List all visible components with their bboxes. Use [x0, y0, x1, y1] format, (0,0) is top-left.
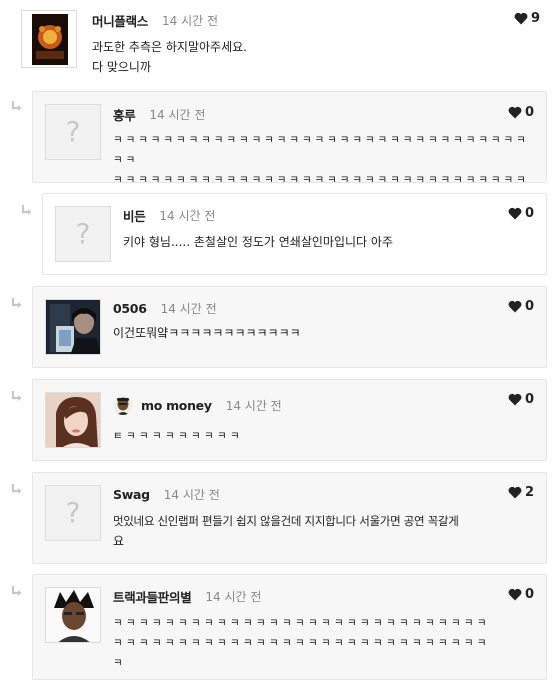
avatar[interactable]: ? [45, 104, 101, 160]
avatar[interactable] [45, 299, 101, 355]
comment-body: ㅋ ㅋ ㅋ ㅋ ㅋ ㅋ ㅋ ㅋ ㅋ ㅋ ㅋ ㅋ ㅋ ㅋ ㅋ ㅋ ㅋ ㅋ ㅋ ㅋ … [113, 613, 533, 673]
mini-avatar-icon [113, 395, 133, 415]
comment-line: 키야 형님..... 촌철살인 정도가 연쇄살인마입니다 아주 [123, 235, 393, 249]
like-count: 0 [524, 392, 534, 407]
comment-author[interactable]: 비든 [123, 206, 146, 225]
profile-photo [46, 588, 100, 642]
comment-body: 과도한 추측은 하지말아주세요. 다 맞으니까 [92, 37, 532, 77]
comment-line: ㅌ ㅋ ㅋ ㅋ ㅋ ㅋ ㅋ ㅋ ㅋ ㅋ [113, 430, 240, 442]
like-button[interactable]: 0 [508, 587, 534, 602]
profile-photo [46, 393, 100, 447]
comment-line: 과도한 추측은 하지말아주세요. [92, 40, 247, 54]
comment-body: 멋있네요 신인랩퍼 편들기 쉽지 않을건데 지지합니다 서울가면 공연 꼭갈게 … [113, 511, 543, 551]
album-art-image [22, 11, 76, 67]
like-button[interactable]: 0 [508, 392, 534, 407]
comment-author[interactable]: mo money [141, 398, 212, 413]
reply-arrow-icon [10, 483, 24, 497]
comment-author[interactable]: 홍루 [113, 105, 136, 124]
comment-body: 키야 형님..... 촌철살인 정도가 연쇄살인마입니다 아주 [123, 232, 533, 252]
reply-arrow-icon [10, 297, 24, 311]
reply-item: ? 비든 14 시간 전 0 키야 형님..... 촌철살인 정도가 연쇄살인마… [42, 193, 547, 275]
reply-arrow-icon [10, 585, 24, 599]
comment-author[interactable]: 머니플랙스 [92, 11, 148, 30]
comment-line: ㅋ ㅋ ㅋ ㅋ ㅋ ㅋ ㅋ ㅋ ㅋ ㅋ ㅋ ㅋ ㅋ ㅋ ㅋ ㅋ ㅋ ㅋ ㅋ ㅋ … [113, 617, 487, 629]
heart-icon [508, 588, 522, 601]
reply-item: ? 홍루 14 시간 전 0 ㅋ ㅋ ㅋ ㅋ ㅋ ㅋ ㅋ ㅋ ㅋ ㅋ ㅋ ㅋ ㅋ… [32, 91, 547, 206]
reply-item: 0506 14 시간 전 0 이건또뭐얔ㅋㅋㅋㅋㅋㅋㅋㅋㅋㅋㅋㅋ [32, 286, 547, 368]
like-count: 0 [524, 587, 534, 602]
profile-photo [46, 300, 100, 354]
comment-line: 다 맞으니까 [92, 60, 152, 74]
comment-line: ㅋ ㅋ ㅋ ㅋ ㅋ ㅋ ㅋ ㅋ ㅋ ㅋ ㅋ ㅋ ㅋ ㅋ ㅋ ㅋ ㅋ ㅋ ㅋ ㅋ … [113, 637, 487, 649]
comment-item: 머니플랙스 14 시간 전 9 과도한 추측은 하지말아주세요. 다 맞으니까 [0, 0, 560, 86]
avatar[interactable] [45, 587, 101, 643]
like-count: 0 [524, 105, 534, 120]
reply-arrow-icon [10, 100, 24, 114]
heart-icon [514, 12, 528, 25]
comment-time: 14 시간 전 [160, 301, 217, 316]
reply-item: 트랙과들판의별 14 시간 전 0 ㅋ ㅋ ㅋ ㅋ ㅋ ㅋ ㅋ ㅋ ㅋ ㅋ ㅋ … [32, 574, 547, 680]
comment-time: 14 시간 전 [159, 208, 216, 223]
comment-author[interactable]: 0506 [113, 301, 147, 316]
heart-icon [508, 106, 522, 119]
like-count: 0 [524, 206, 534, 221]
comment-author[interactable]: 트랙과들판의별 [113, 587, 192, 606]
comment-body: ㅌ ㅋ ㅋ ㅋ ㅋ ㅋ ㅋ ㅋ ㅋ ㅋ [113, 426, 533, 446]
comment-author[interactable]: Swag [113, 487, 150, 502]
reply-item: ? Swag 14 시간 전 2 멋있네요 신인랩퍼 편들기 쉽지 않을건데 지… [32, 472, 547, 564]
comment-line: 멋있네요 신인랩퍼 편들기 쉽지 않을건데 지지합니다 서울가면 공연 꼭갈게 [113, 514, 459, 528]
question-mark-placeholder: ? [65, 496, 81, 529]
like-button[interactable]: 0 [508, 299, 534, 314]
avatar[interactable]: ? [55, 206, 111, 262]
like-button[interactable]: 0 [508, 206, 534, 221]
comment-time: 14 시간 전 [149, 107, 206, 122]
comment-body: 이건또뭐얔ㅋㅋㅋㅋㅋㅋㅋㅋㅋㅋㅋㅋ [113, 323, 533, 343]
like-count: 0 [524, 299, 534, 314]
heart-icon [508, 393, 522, 406]
heart-icon [508, 300, 522, 313]
comment-time: 14 시간 전 [162, 13, 219, 28]
like-count: 2 [524, 485, 534, 500]
like-button[interactable]: 0 [508, 105, 534, 120]
reply-item: mo money 14 시간 전 0 ㅌ ㅋ ㅋ ㅋ ㅋ ㅋ ㅋ ㅋ ㅋ ㅋ [32, 379, 547, 461]
reply-arrow-icon [20, 204, 34, 218]
like-button[interactable]: 9 [514, 11, 540, 26]
comment-line: ㅋ [113, 657, 123, 669]
question-mark-placeholder: ? [65, 115, 81, 148]
comment-time: 14 시간 전 [163, 487, 220, 502]
avatar[interactable] [45, 392, 101, 448]
mini-avatar[interactable] [113, 395, 133, 415]
heart-icon [508, 486, 522, 499]
comment-line: ㅋ ㅋ ㅋ ㅋ ㅋ ㅋ ㅋ ㅋ ㅋ ㅋ ㅋ ㅋ ㅋ ㅋ ㅋ ㅋ ㅋ ㅋ ㅋ ㅋ … [113, 134, 526, 166]
comment-time: 14 시간 전 [205, 589, 262, 604]
comment-time: 14 시간 전 [225, 398, 282, 413]
reply-arrow-icon [10, 390, 24, 404]
heart-icon [508, 207, 522, 220]
avatar[interactable] [21, 10, 77, 68]
comment-line: 이건또뭐얔ㅋㅋㅋㅋㅋㅋㅋㅋㅋㅋㅋㅋ [113, 326, 301, 340]
like-button[interactable]: 2 [508, 485, 534, 500]
like-count: 9 [530, 11, 540, 26]
comment-line: 요 [113, 534, 125, 548]
avatar[interactable]: ? [45, 485, 101, 541]
question-mark-placeholder: ? [75, 217, 91, 250]
